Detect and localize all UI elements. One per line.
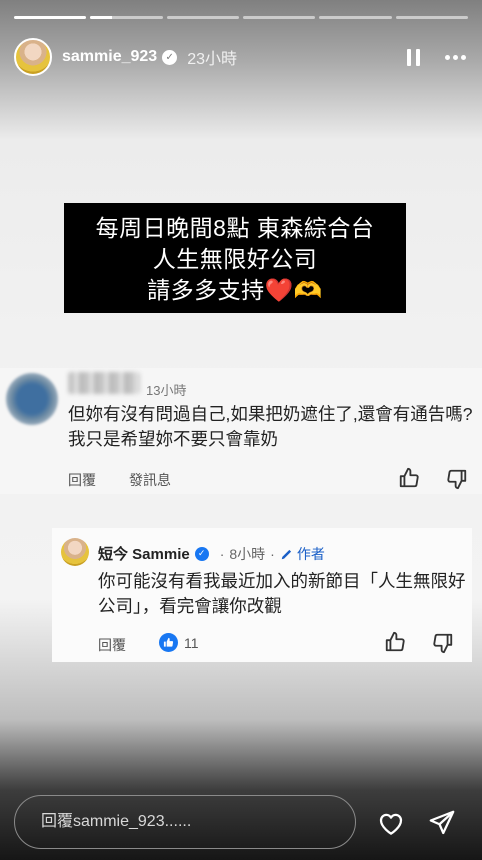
pencil-icon: [281, 549, 291, 559]
comment-card: 13小時 但妳有沒有問過自己,如果把奶遮住了,還會有通告嗎? 我只是希望妳不要只…: [0, 368, 482, 494]
author-label: 作者: [296, 545, 325, 562]
thumb-up-icon[interactable]: [384, 631, 406, 653]
commenter-avatar-blurred: [6, 373, 58, 425]
reply-button[interactable]: 回覆: [68, 470, 96, 490]
verified-badge-icon: ✓: [162, 49, 178, 65]
comment-time: 13小時: [146, 383, 187, 398]
progress-segment: [14, 16, 87, 19]
progress-segment: [166, 16, 239, 19]
reply-meta: 短今 Sammie ✓ · 8小時 · 作者: [98, 543, 325, 564]
separator-dot: ·: [270, 545, 275, 562]
comment-text: 但妳有沒有問過自己,如果把奶遮住了,還會有通告嗎? 我只是希望妳不要只會靠奶: [68, 404, 473, 449]
commenter-name-blurred: [68, 372, 140, 394]
promo-line: 每周日晚間8點 東森綜合台: [95, 215, 375, 241]
reply-button[interactable]: 回覆: [98, 635, 126, 655]
promo-text-box: 每周日晚間8點 東森綜合台 人生無限好公司 請多多支持❤️🫶: [64, 203, 406, 313]
thumb-up-icon[interactable]: [398, 467, 420, 489]
progress-fill: [90, 16, 113, 19]
more-icon[interactable]: [445, 54, 468, 60]
heart-icon[interactable]: [375, 808, 407, 838]
reply-bar[interactable]: [14, 795, 356, 849]
author-name[interactable]: 短今 Sammie: [98, 543, 190, 564]
progress-segment: [319, 16, 392, 19]
progress-segment: [242, 16, 316, 19]
story-time: 23小時: [187, 51, 237, 68]
author-avatar: [61, 538, 89, 566]
like-reaction-icon: [159, 633, 178, 652]
story-progress-bar: [14, 16, 468, 20]
progress-segment: [90, 16, 163, 19]
profile-avatar[interactable]: [14, 38, 52, 76]
reply-time: 8小時: [229, 545, 266, 562]
author-tag: 作者: [280, 544, 325, 564]
reply-input[interactable]: [41, 813, 331, 831]
pause-icon[interactable]: [403, 47, 423, 67]
promo-line: 人生無限好公司: [152, 246, 318, 272]
send-message-button[interactable]: 發訊息: [129, 470, 171, 490]
story-header: sammie_923 ✓ 23小時: [14, 37, 468, 77]
thumb-down-icon[interactable]: [432, 632, 454, 654]
separator-dot: ·: [219, 545, 225, 562]
progress-segment: [395, 16, 468, 19]
thumb-down-icon[interactable]: [446, 468, 468, 490]
promo-line: 請多多支持❤️🫶: [147, 277, 323, 303]
send-icon[interactable]: [426, 808, 458, 838]
reply-text: 你可能沒有看我最近加入的新節目「人生無限好公司」，看完會讓你改觀: [98, 571, 466, 616]
username[interactable]: sammie_923: [62, 48, 157, 66]
like-count-value: 11: [184, 634, 199, 651]
author-reply-card: 短今 Sammie ✓ · 8小時 · 作者 你可能沒有看我最近加入的新節目「人…: [52, 528, 472, 662]
progress-fill: [14, 16, 87, 19]
verified-badge-icon: ✓: [194, 546, 209, 561]
like-count: 11: [159, 633, 199, 652]
